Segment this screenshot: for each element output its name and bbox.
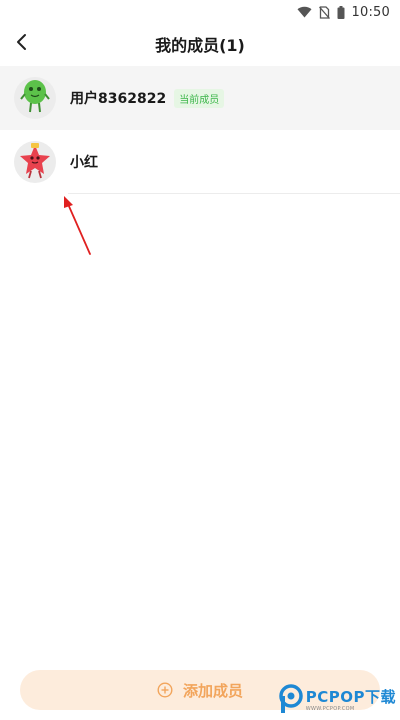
no-sim-icon [318,5,330,19]
red-star-avatar-icon [16,141,54,183]
avatar [14,141,56,183]
page-title: 我的成员(1) [155,36,245,55]
green-bean-avatar-icon [17,77,53,119]
chevron-left-icon [15,33,29,55]
wifi-icon [297,6,312,18]
pcpop-logo-icon [278,684,304,718]
watermark-sub: WWW.PCPOP.COM [305,706,355,712]
avatar [14,77,56,119]
member-name: 用户8362822 [70,91,167,107]
watermark: PCPOP下载 WWW.PCPOP.COM [278,684,396,718]
member-name: 小红 [70,155,98,171]
add-member-label: 添加成员 [182,681,243,700]
member-row[interactable]: 小红 [0,130,400,194]
battery-icon [337,5,345,19]
member-row-current[interactable]: 用户8362822 当前成员 [0,66,400,130]
member-list: 用户8362822 当前成员 小红 [0,66,400,194]
annotation-arrow [60,196,96,262]
status-time: 10:50 [351,4,390,20]
back-button[interactable] [6,28,38,60]
status-bar: 10:50 [0,0,400,24]
header: 我的成员(1) [0,24,400,64]
watermark-brand: PCPOP下载 [305,688,396,706]
current-member-badge: 当前成员 [174,88,225,108]
plus-circle-icon [157,682,173,698]
